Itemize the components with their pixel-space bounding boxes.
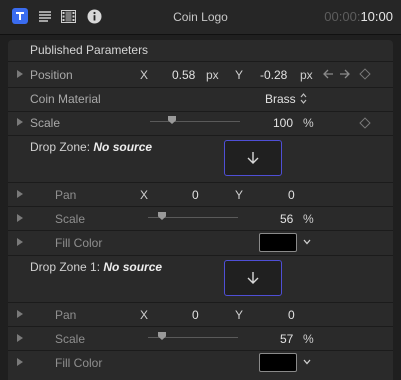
dropzone1-scale-unit: % <box>303 332 314 346</box>
disclosure-triangle[interactable] <box>17 118 23 126</box>
position-x-label: X <box>140 68 149 82</box>
down-arrow-icon <box>247 272 259 284</box>
timecode: 00:00:10:00 <box>324 9 393 24</box>
scale-unit: % <box>303 116 314 130</box>
drop-zone-name: Drop Zone: <box>30 140 91 154</box>
disclosure-triangle[interactable] <box>17 190 23 198</box>
position-x-value[interactable]: 0.58 <box>172 68 195 82</box>
dropzone1-scale-value[interactable]: 57 <box>280 332 293 346</box>
fill-color-swatch[interactable] <box>259 353 297 372</box>
disclosure-triangle[interactable] <box>17 310 23 318</box>
divider <box>8 135 393 136</box>
pan-x-label: X <box>140 308 149 322</box>
disclosure-triangle[interactable] <box>17 358 23 366</box>
previous-keyframe-icon[interactable] <box>322 68 334 83</box>
down-arrow-icon <box>247 152 259 164</box>
drop-zone-label: Drop Zone: No source <box>30 140 152 154</box>
pan-y-value[interactable]: 0 <box>288 188 295 202</box>
divider <box>8 350 393 351</box>
position-label: Position <box>30 68 73 82</box>
inspector-header: Coin Logo 00:00:10:00 <box>0 0 401 35</box>
pan-x-label: X <box>140 188 149 202</box>
divider <box>8 302 393 303</box>
timecode-prefix: 00:00: <box>324 9 361 24</box>
position-y-value[interactable]: -0.28 <box>260 68 287 82</box>
dropzone-scale-value[interactable]: 56 <box>280 212 293 226</box>
fill-color-label: Fill Color <box>55 236 103 250</box>
position-y-label: Y <box>235 68 244 82</box>
pan-label: Pan <box>55 188 77 202</box>
drop-zone-1-name: Drop Zone 1: <box>30 260 101 274</box>
popup-arrows-icon[interactable] <box>300 93 307 107</box>
divider <box>8 111 393 112</box>
next-keyframe-icon[interactable] <box>339 68 351 83</box>
drop-zone-source: No source <box>93 140 153 154</box>
scale-label: Scale <box>30 116 61 130</box>
dropzone1-scale-label: Scale <box>55 332 86 346</box>
section-title: Published Parameters <box>30 43 149 57</box>
divider <box>8 87 393 88</box>
disclosure-triangle[interactable] <box>17 214 23 222</box>
pan-x-value[interactable]: 0 <box>192 188 199 202</box>
drop-zone-1-source: No source <box>103 260 163 274</box>
chevron-down-icon[interactable] <box>303 357 311 368</box>
scale-slider-track[interactable] <box>150 121 240 122</box>
fill-color-swatch[interactable] <box>259 233 297 252</box>
disclosure-triangle[interactable] <box>17 238 23 246</box>
divider <box>8 255 393 256</box>
fill-color-label: Fill Color <box>55 356 103 370</box>
scale-value[interactable]: 100 <box>273 116 293 130</box>
chevron-down-icon[interactable] <box>303 237 311 248</box>
timecode-value: 10:00 <box>360 9 393 24</box>
disclosure-triangle[interactable] <box>17 70 23 78</box>
divider <box>8 61 393 62</box>
divider <box>8 230 393 231</box>
drop-zone-1-well[interactable] <box>224 260 282 296</box>
disclosure-triangle[interactable] <box>17 334 23 342</box>
position-x-unit: px <box>206 68 219 82</box>
dropzone-scale-label: Scale <box>55 212 86 226</box>
pan-label: Pan <box>55 308 77 322</box>
coin-material-label: Coin Material <box>30 92 101 106</box>
divider <box>8 206 393 207</box>
position-y-unit: px <box>300 68 313 82</box>
divider <box>8 326 393 327</box>
drop-zone-well[interactable] <box>224 140 282 176</box>
divider <box>8 182 393 183</box>
pan-y-label: Y <box>235 188 244 202</box>
coin-material-value[interactable]: Brass <box>265 92 296 106</box>
pan-y-label: Y <box>235 308 244 322</box>
pan-y-value[interactable]: 0 <box>288 308 295 322</box>
drop-zone-1-label: Drop Zone 1: No source <box>30 260 162 274</box>
dropzone-scale-unit: % <box>303 212 314 226</box>
pan-x-value[interactable]: 0 <box>192 308 199 322</box>
parameters-panel <box>8 40 393 380</box>
